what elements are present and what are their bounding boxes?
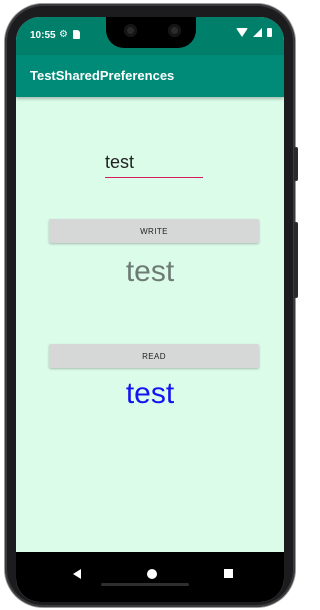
navigation-bar	[16, 552, 284, 602]
text-input[interactable]	[105, 149, 203, 178]
back-icon[interactable]	[73, 569, 81, 579]
write-button[interactable]: WRITE	[49, 219, 259, 243]
power-button	[294, 147, 298, 181]
camera-notch	[106, 17, 196, 48]
battery-icon	[267, 28, 272, 37]
main-content: WRITE test READ test	[16, 97, 284, 552]
app-bar: TestSharedPreferences	[16, 55, 284, 97]
recents-icon[interactable]	[224, 569, 233, 578]
status-icons	[236, 28, 272, 37]
phone-frame: 10:55 ⚙ TestSharedPreferences WRITE test…	[5, 4, 298, 607]
home-icon[interactable]	[147, 569, 157, 579]
camera-icon	[124, 24, 137, 37]
status-time: 10:55	[30, 30, 56, 41]
home-indicator	[101, 583, 189, 586]
status-bar: 10:55 ⚙	[16, 17, 284, 55]
app-title: TestSharedPreferences	[30, 68, 175, 83]
screen: 10:55 ⚙ TestSharedPreferences WRITE test…	[16, 17, 284, 602]
wifi-icon	[236, 28, 248, 37]
read-button[interactable]: READ	[49, 344, 259, 368]
sd-card-icon	[73, 30, 80, 39]
read-result-text: test	[125, 377, 175, 410]
cellular-icon	[253, 28, 262, 37]
volume-button	[294, 222, 298, 298]
gear-icon: ⚙	[59, 29, 68, 40]
written-text: test	[125, 255, 175, 288]
camera-icon	[168, 24, 181, 37]
